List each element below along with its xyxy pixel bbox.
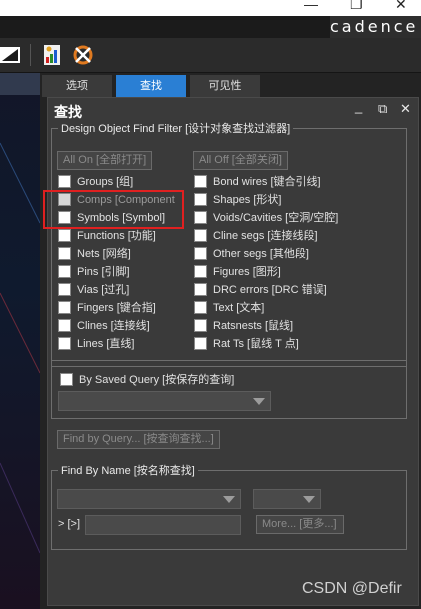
checkbox-label: DRC errors [DRC 错误] (213, 284, 327, 296)
figures-checkbox[interactable]: Figures [图形] (194, 264, 281, 280)
checkbox-label: Figures [图形] (213, 266, 281, 278)
float-icon[interactable]: ⧉ (378, 101, 387, 117)
toolbar-divider (30, 44, 31, 66)
voids-checkbox[interactable]: Voids/Cavities [空洞/空腔] (194, 210, 338, 226)
close-icon[interactable]: ✕ (395, 0, 407, 13)
all-off-button[interactable]: All Off [全部关闭] (193, 151, 288, 170)
checkbox-box[interactable] (58, 228, 71, 242)
checkbox-box[interactable] (194, 300, 207, 314)
tab-find[interactable]: 查找 (116, 75, 186, 97)
groups-checkbox[interactable]: Groups [组] (58, 174, 133, 190)
checkbox-box[interactable] (58, 174, 71, 188)
checkbox-box[interactable] (58, 264, 71, 278)
ratsnests-checkbox[interactable]: Ratsnests [鼠线] (194, 318, 293, 334)
clines-checkbox[interactable]: Clines [连接线] (58, 318, 150, 334)
canvas-header (0, 73, 40, 95)
watermark: CSDN @Defir (302, 580, 402, 597)
checkbox-label: Text [文本] (213, 302, 265, 314)
object-type-dropdown[interactable] (57, 489, 241, 509)
toolbar (0, 38, 421, 73)
checkbox-box[interactable] (194, 336, 207, 350)
chevron-down-icon (303, 496, 315, 503)
name-input[interactable] (85, 515, 241, 535)
checkbox-box[interactable] (194, 246, 207, 260)
find-panel: 查找 _ ⧉ ✕ Design Object Find Filter [设计对象… (47, 97, 419, 606)
checkbox-label: Other segs [其他段] (213, 248, 309, 260)
checkbox-label: Voids/Cavities [空洞/空腔] (213, 212, 339, 224)
checkbox-label: Rat Ts [鼠线 T 点] (213, 338, 299, 350)
fingers-checkbox[interactable]: Fingers [键合指] (58, 300, 156, 316)
checkbox-box[interactable] (194, 282, 207, 296)
checkbox-label: Nets [网络] (77, 248, 131, 260)
checkbox-box[interactable] (194, 264, 207, 278)
all-on-button[interactable]: All On [全部打开] (57, 151, 153, 170)
more-button[interactable]: More... [更多...] (256, 515, 344, 534)
checkbox-box[interactable] (58, 246, 71, 260)
checkbox-box[interactable] (194, 228, 207, 242)
checkbox-box[interactable] (194, 174, 207, 188)
find-filter-legend: Design Object Find Filter [设计对象查找过滤器] (61, 123, 291, 135)
chart-icon[interactable] (42, 44, 64, 66)
layout-icon[interactable] (0, 44, 22, 66)
close-panel-icon[interactable]: ✕ (400, 101, 411, 117)
saved-query-dropdown[interactable] (58, 391, 271, 411)
vias-checkbox[interactable]: Vias [过孔] (58, 282, 129, 298)
text-checkbox[interactable]: Text [文本] (194, 300, 264, 316)
panel-title: 查找 (54, 104, 82, 120)
find-by-query-button[interactable]: Find by Query... [按查询查找...] (57, 430, 220, 449)
brand-logo: cadence (330, 16, 421, 38)
checkbox-box[interactable] (58, 318, 71, 332)
other-segs-checkbox[interactable]: Other segs [其他段] (194, 246, 309, 262)
chevron-down-icon (253, 398, 265, 405)
find-by-name-legend: Find By Name [按名称查找] (61, 465, 195, 477)
checkbox-box[interactable] (194, 318, 207, 332)
checkbox-label: Cline segs [连接线段] (213, 230, 318, 242)
checkbox-box[interactable] (60, 372, 73, 386)
checkbox-box[interactable] (58, 282, 71, 296)
restore-icon[interactable]: ❐ (350, 0, 363, 13)
name-type-dropdown[interactable] (253, 489, 321, 509)
checkbox-label: Vias [过孔] (77, 284, 130, 296)
minimize-icon[interactable]: — (304, 0, 318, 12)
shapes-checkbox[interactable]: Shapes [形状] (194, 192, 281, 208)
checkbox-label: Lines [直线] (77, 338, 135, 350)
checkbox-box[interactable] (194, 192, 207, 206)
tab-visibility[interactable]: 可见性 (190, 75, 260, 97)
checkbox-label: Functions [功能] (77, 230, 156, 242)
rat-ts-checkbox[interactable]: Rat Ts [鼠线 T 点] (194, 336, 299, 352)
checkbox-box[interactable] (194, 210, 207, 224)
bond-wires-checkbox[interactable]: Bond wires [键合引线] (194, 174, 321, 190)
checkbox-label: Clines [连接线] (77, 320, 150, 332)
design-canvas[interactable] (0, 73, 40, 609)
canvas-traces (0, 142, 40, 554)
swap-icon[interactable] (72, 44, 94, 66)
functions-checkbox[interactable]: Functions [功能] (58, 228, 156, 244)
checkbox-label: Bond wires [键合引线] (213, 176, 321, 188)
checkbox-label: Groups [组] (77, 176, 134, 188)
highlight-box (43, 190, 184, 229)
name-prefix-label: > [>] (58, 518, 81, 530)
pin-icon[interactable]: _ (355, 99, 362, 114)
tab-options[interactable]: 选项 (42, 75, 112, 97)
lines-checkbox[interactable]: Lines [直线] (58, 336, 134, 352)
checkbox-label: Ratsnests [鼠线] (213, 320, 294, 332)
checkbox-label: By Saved Query [按保存的查询] (79, 374, 235, 386)
checkbox-box[interactable] (58, 300, 71, 314)
title-bar: — ❐ ✕ (0, 0, 421, 16)
pins-checkbox[interactable]: Pins [引脚] (58, 264, 130, 280)
checkbox-label: Shapes [形状] (213, 194, 282, 206)
checkbox-label: Pins [引脚] (77, 266, 130, 278)
checkbox-label: Fingers [键合指] (77, 302, 156, 314)
drc-errors-checkbox[interactable]: DRC errors [DRC 错误] (194, 282, 327, 298)
chevron-down-icon (223, 496, 235, 503)
nets-checkbox[interactable]: Nets [网络] (58, 246, 131, 262)
saved-query-checkbox[interactable]: By Saved Query [按保存的查询] (60, 372, 234, 388)
cline-segs-checkbox[interactable]: Cline segs [连接线段] (194, 228, 318, 244)
checkbox-box[interactable] (58, 336, 71, 350)
